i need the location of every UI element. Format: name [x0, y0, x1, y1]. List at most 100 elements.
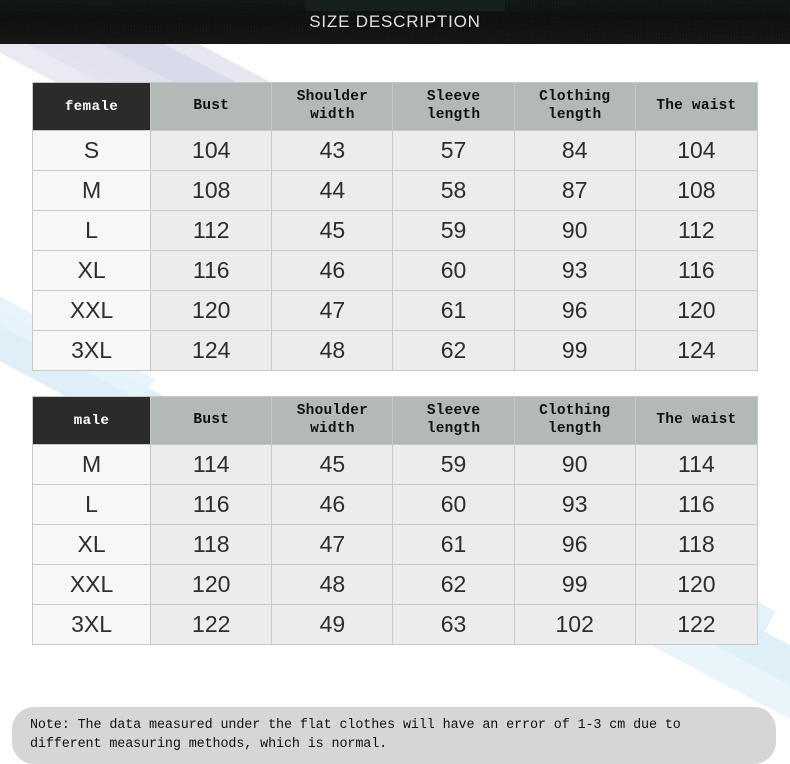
value-the-waist: 116: [634, 484, 759, 525]
column-header-sleeve-length: Sleeve length: [392, 396, 515, 445]
value-clothing-length: 99: [513, 330, 636, 371]
value-bust: 116: [150, 250, 273, 291]
value-bust: 122: [150, 604, 273, 645]
value-the-waist: 124: [634, 330, 759, 371]
page-title: SIZE DESCRIPTION: [309, 12, 481, 31]
column-header-sleeve-length: Sleeve length: [392, 82, 515, 131]
column-header-line: The waist: [656, 411, 737, 428]
value-sleeve-length: 60: [392, 250, 515, 291]
size-label: XXL: [31, 564, 152, 605]
column-header-line: Clothing: [539, 403, 611, 420]
value-clothing-length: 96: [513, 524, 636, 565]
size-label: S: [31, 130, 152, 171]
value-bust: 104: [150, 130, 273, 171]
column-header-line: Bust: [193, 97, 230, 114]
value-clothing-length: 84: [513, 130, 636, 171]
column-header-line: Sleeve: [426, 403, 481, 420]
table-row: L 116 46 60 93 116: [31, 484, 759, 525]
measurement-note: Note: The data measured under the flat c…: [12, 707, 776, 764]
value-bust: 120: [150, 564, 273, 605]
column-header-clothing-length: Clothing length: [513, 82, 636, 131]
value-bust: 118: [150, 524, 273, 565]
size-label: M: [31, 444, 152, 485]
value-clothing-length: 90: [513, 210, 636, 251]
category-header-male: male: [31, 396, 152, 445]
value-shoulder-width: 47: [271, 290, 394, 331]
value-clothing-length: 90: [513, 444, 636, 485]
value-shoulder-width: 43: [271, 130, 394, 171]
size-label: XL: [31, 524, 152, 565]
note-line-1: Note: The data measured under the flat c…: [30, 718, 681, 733]
column-header-line: length: [426, 420, 481, 437]
value-clothing-length: 93: [513, 250, 636, 291]
value-clothing-length: 87: [513, 170, 636, 211]
value-bust: 108: [150, 170, 273, 211]
value-clothing-length: 96: [513, 290, 636, 331]
column-header-clothing-length: Clothing length: [513, 396, 636, 445]
value-shoulder-width: 46: [271, 484, 394, 525]
column-header-line: width: [310, 106, 355, 123]
size-label: XL: [31, 250, 152, 291]
value-sleeve-length: 63: [392, 604, 515, 645]
value-bust: 112: [150, 210, 273, 251]
category-header-female: female: [31, 82, 152, 131]
value-the-waist: 104: [634, 130, 759, 171]
size-description-banner: SIZE DESCRIPTION: [0, 0, 790, 44]
column-header-line: width: [310, 420, 355, 437]
value-shoulder-width: 48: [271, 330, 394, 371]
value-the-waist: 118: [634, 524, 759, 565]
table-row: XL 116 46 60 93 116: [31, 250, 759, 291]
column-header-line: length: [547, 106, 602, 123]
value-sleeve-length: 58: [392, 170, 515, 211]
value-the-waist: 120: [634, 564, 759, 605]
value-the-waist: 108: [634, 170, 759, 211]
value-sleeve-length: 59: [392, 210, 515, 251]
value-the-waist: 114: [634, 444, 759, 485]
value-the-waist: 122: [634, 604, 759, 645]
value-the-waist: 112: [634, 210, 759, 251]
size-label: 3XL: [31, 330, 152, 371]
value-bust: 124: [150, 330, 273, 371]
value-sleeve-length: 61: [392, 524, 515, 565]
value-shoulder-width: 48: [271, 564, 394, 605]
value-shoulder-width: 45: [271, 444, 394, 485]
value-clothing-length: 93: [513, 484, 636, 525]
value-sleeve-length: 59: [392, 444, 515, 485]
column-header-line: length: [547, 420, 602, 437]
table-row: L 112 45 59 90 112: [31, 210, 759, 251]
table-row: M 108 44 58 87 108: [31, 170, 759, 211]
table-row: 3XL 124 48 62 99 124: [31, 330, 759, 371]
table-header-row: male Bust Shoulder width Sleeve length C…: [31, 396, 759, 445]
column-header-shoulder-width: Shoulder width: [271, 396, 394, 445]
value-sleeve-length: 60: [392, 484, 515, 525]
table-row: XL 118 47 61 96 118: [31, 524, 759, 565]
value-bust: 120: [150, 290, 273, 331]
value-shoulder-width: 44: [271, 170, 394, 211]
column-header-line: Clothing: [539, 89, 611, 106]
column-header-line: Bust: [193, 411, 230, 428]
value-the-waist: 120: [634, 290, 759, 331]
value-bust: 116: [150, 484, 273, 525]
note-line-2: different measuring methods, which is no…: [30, 737, 388, 753]
column-header-shoulder-width: Shoulder width: [271, 82, 394, 131]
column-header-line: length: [426, 106, 481, 123]
column-header-bust: Bust: [150, 82, 273, 131]
value-shoulder-width: 46: [271, 250, 394, 291]
table-row: XXL 120 47 61 96 120: [31, 290, 759, 331]
table-row: 3XL 122 49 63 102 122: [31, 604, 759, 645]
column-header-bust: Bust: [150, 396, 273, 445]
size-table-female: female Bust Shoulder width Sleeve length…: [31, 82, 759, 371]
value-shoulder-width: 47: [271, 524, 394, 565]
size-label: L: [31, 484, 152, 525]
table-row: M 114 45 59 90 114: [31, 444, 759, 485]
value-bust: 114: [150, 444, 273, 485]
column-header-the-waist: The waist: [634, 396, 759, 445]
value-sleeve-length: 62: [392, 564, 515, 605]
size-label: L: [31, 210, 152, 251]
value-clothing-length: 99: [513, 564, 636, 605]
column-header-line: Sleeve: [426, 89, 481, 106]
column-header-line: Shoulder: [296, 89, 368, 106]
value-sleeve-length: 61: [392, 290, 515, 331]
size-table-male: male Bust Shoulder width Sleeve length C…: [31, 396, 759, 645]
value-clothing-length: 102: [513, 604, 636, 645]
